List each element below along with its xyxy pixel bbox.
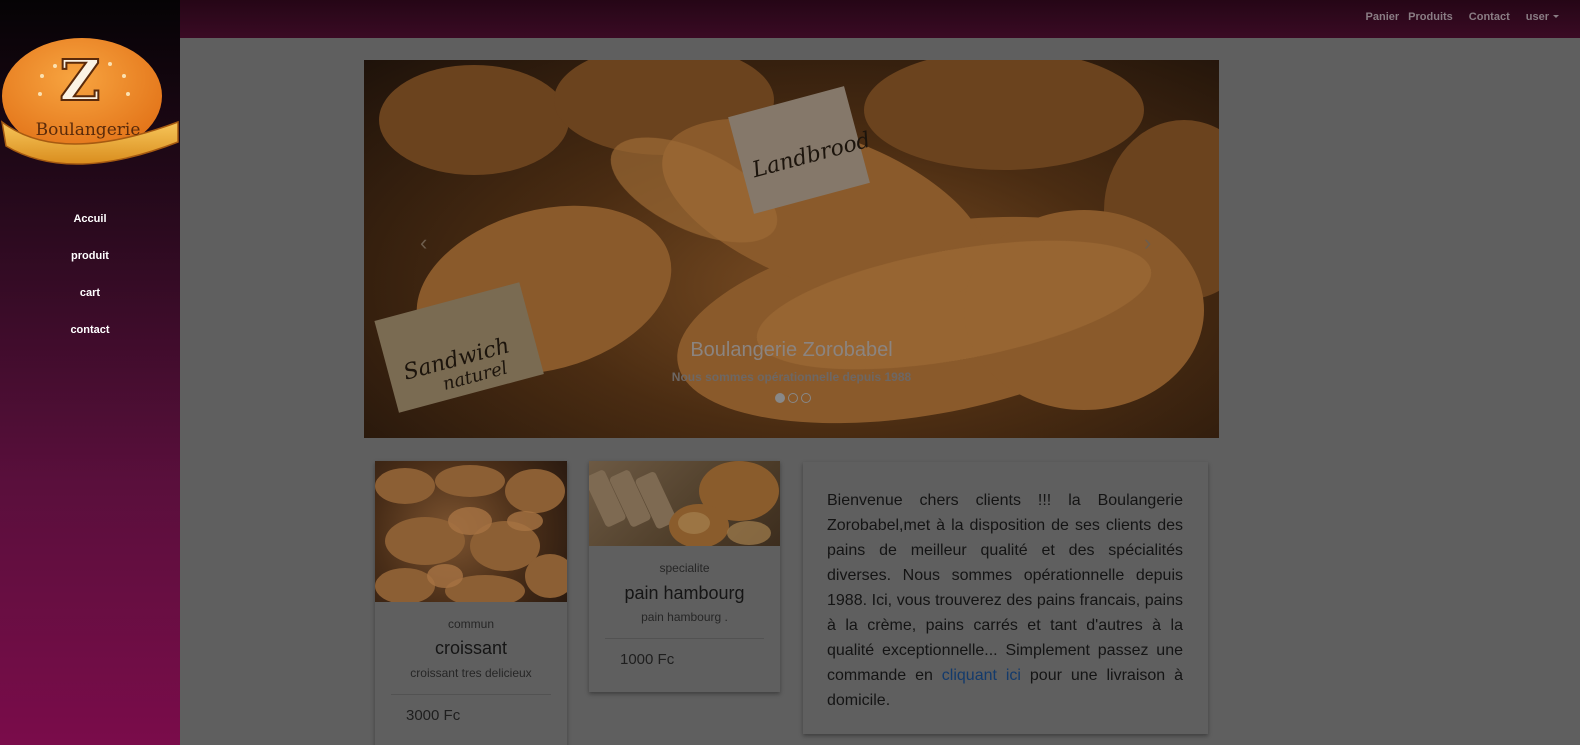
product-category: specialite: [659, 561, 710, 575]
carousel-indicators: [775, 393, 811, 403]
caret-down-icon: [1553, 15, 1559, 19]
product-description: pain hambourg .: [641, 610, 728, 624]
carousel-title: Boulangerie Zorobabel: [690, 339, 893, 361]
nav-panier[interactable]: Panier: [1366, 11, 1400, 23]
nav-produits[interactable]: Produits: [1408, 11, 1453, 23]
carousel-prev-icon[interactable]: ‹: [420, 230, 427, 256]
product-image: [375, 461, 567, 602]
top-nav: Panier Produits Contact user: [1366, 0, 1580, 33]
welcome-text-intro: Bienvenue chers clients !!! la Boulanger…: [827, 492, 1183, 684]
product-image: [589, 461, 780, 546]
sidebar-item-accueil[interactable]: Accuil: [0, 200, 180, 237]
welcome-text: Bienvenue chers clients !!! la Boulanger…: [827, 488, 1183, 713]
sidebar-link-cart[interactable]: cart: [80, 287, 100, 299]
product-price: 1000 Fc: [620, 651, 675, 668]
sidebar-item-produit[interactable]: produit: [0, 237, 180, 274]
sidebar-link-accueil[interactable]: Accuil: [73, 213, 106, 225]
sidebar-item-cart[interactable]: cart: [0, 274, 180, 311]
product-description: croissant tres delicieux: [410, 666, 532, 680]
bread-photo: [589, 461, 779, 546]
divider: [605, 638, 764, 639]
product-name[interactable]: pain hambourg: [589, 583, 780, 604]
sidebar-link-produit[interactable]: produit: [71, 250, 109, 262]
product-category: commun: [447, 617, 494, 631]
croissant-photo: [375, 465, 567, 602]
user-dropdown[interactable]: user: [1526, 11, 1559, 23]
user-label: user: [1525, 10, 1549, 23]
product-name[interactable]: croissant: [375, 638, 567, 659]
logo-letter: Z: [60, 48, 101, 114]
top-navbar: Panier Produits Contact user: [180, 0, 1580, 38]
sidebar-link-contact[interactable]: contact: [70, 324, 109, 336]
boulangerie-logo[interactable]: Z Boulangerie: [0, 34, 180, 174]
carousel-indicator-1[interactable]: [775, 393, 785, 403]
order-link[interactable]: cliquant ici: [942, 667, 1021, 684]
nav-contact[interactable]: Contact: [1469, 11, 1510, 23]
product-price: 3000 Fc: [406, 707, 461, 724]
sidebar-nav: Accuil produit cart contact: [0, 200, 180, 348]
divider: [391, 694, 551, 695]
logo-text: Boulangerie: [36, 120, 141, 140]
sidebar: Z Boulangerie Accuil produit cart contac…: [0, 0, 180, 745]
hero-carousel[interactable]: Sandwich naturel Landbrood ‹ › Boulanger…: [364, 60, 1219, 438]
product-card[interactable]: specialite pain hambourg pain hambourg .…: [589, 461, 780, 692]
carousel-subtitle: Nous sommes opérationnelle depuis 1988: [671, 370, 912, 384]
carousel-indicator-3[interactable]: [801, 393, 811, 403]
carousel-next-icon[interactable]: ›: [1144, 230, 1151, 256]
product-card[interactable]: commun croissant croissant tres delicieu…: [375, 461, 567, 745]
welcome-panel: Bienvenue chers clients !!! la Boulanger…: [803, 462, 1208, 734]
sidebar-item-contact[interactable]: contact: [0, 311, 180, 348]
carousel-indicator-2[interactable]: [788, 393, 798, 403]
